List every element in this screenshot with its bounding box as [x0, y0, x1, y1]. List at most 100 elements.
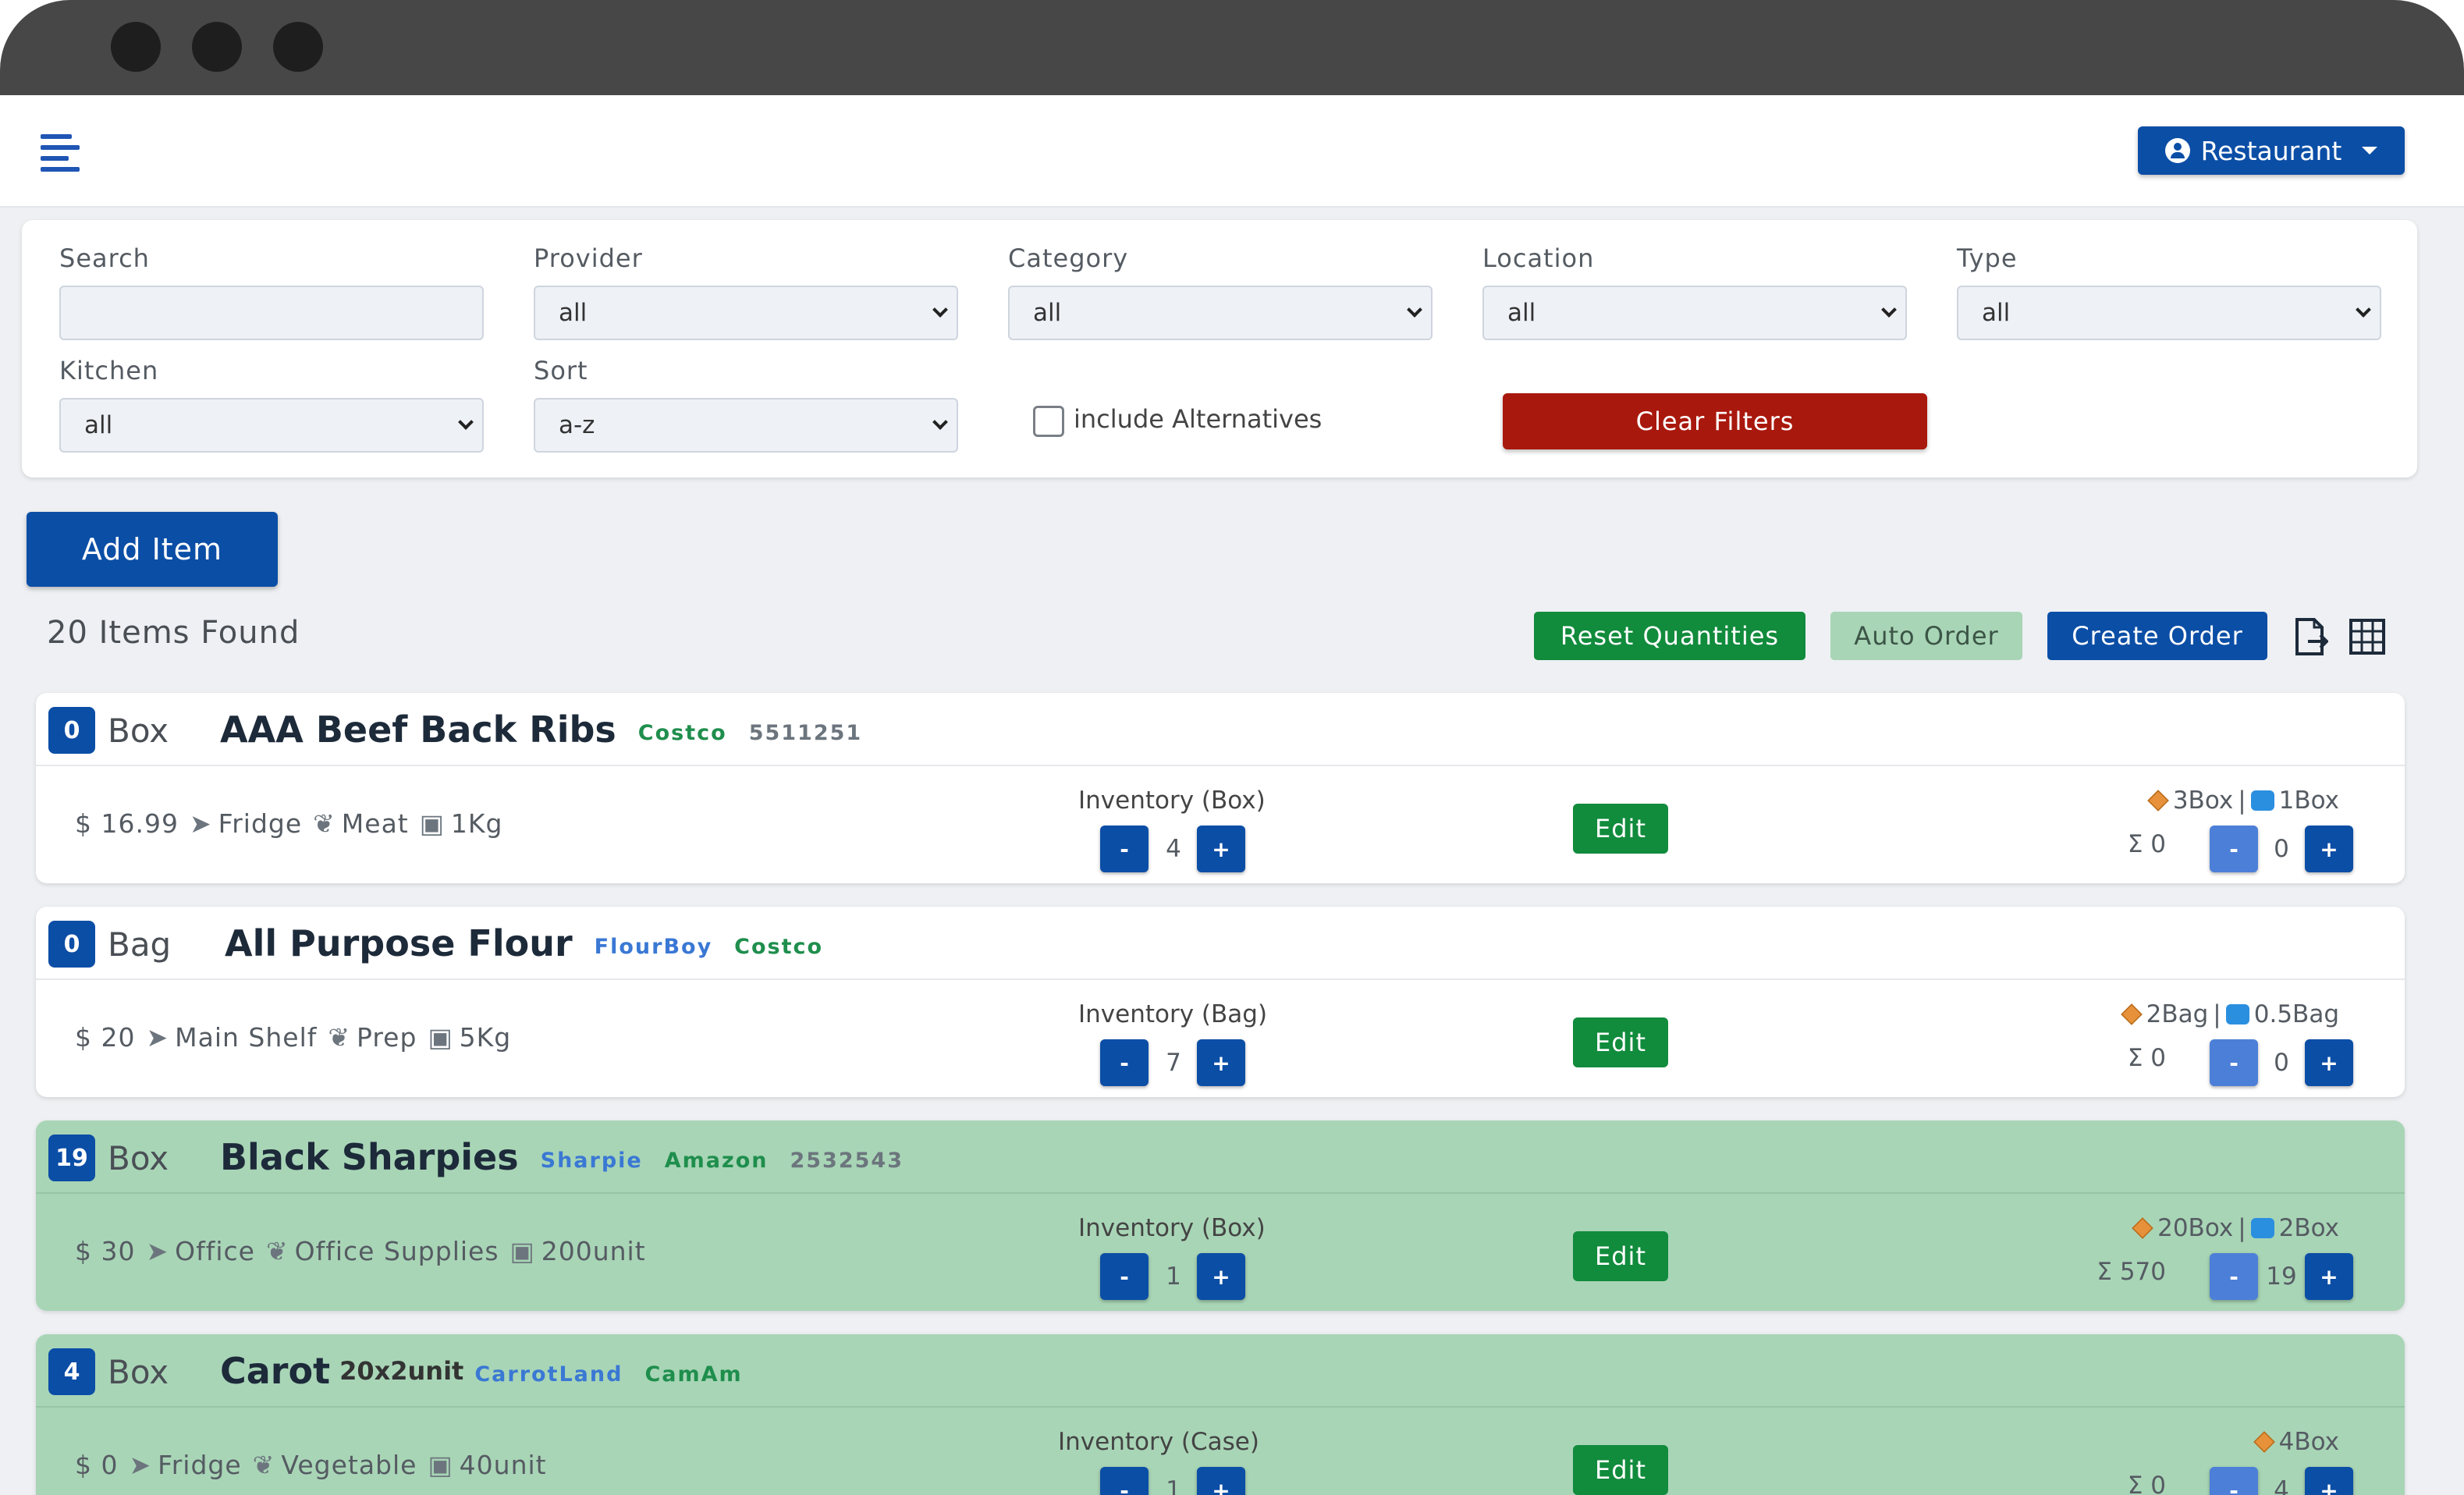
order-plus-button[interactable]: + — [2305, 1253, 2353, 1300]
inventory-minus-button[interactable]: - — [1100, 1467, 1149, 1495]
order-qty-badge: 4 — [48, 1348, 95, 1395]
par-reorder-info: 20Box | 2Box — [2132, 1214, 2339, 1242]
item-pack: 1Kg — [450, 808, 503, 839]
box-icon — [2147, 790, 2169, 811]
type-value: all — [1982, 299, 2011, 327]
export-file-icon[interactable] — [2294, 616, 2328, 657]
inventory-plus-button[interactable]: + — [1197, 1039, 1245, 1086]
item-tag: Sharpie — [540, 1149, 643, 1173]
item-pack: 40unit — [459, 1450, 547, 1480]
category-select[interactable]: all — [1008, 286, 1433, 340]
window-maximize-dot[interactable] — [273, 22, 323, 72]
item-card: 0 Bag All Purpose Flour FlourBoy Costco $ 20 ➤… — [36, 907, 2405, 1097]
order-total: Σ 570 — [2097, 1258, 2166, 1286]
order-total: Σ 0 — [2127, 830, 2166, 858]
search-label: Search — [59, 243, 150, 273]
window-minimize-dot[interactable] — [192, 22, 242, 72]
inventory-qty: 1 — [1166, 1476, 1181, 1495]
item-unit: Box — [108, 712, 169, 750]
item-tag: CarrotLand — [474, 1362, 623, 1387]
hamburger-menu-icon[interactable] — [41, 130, 84, 173]
location-select[interactable]: all — [1482, 286, 1907, 340]
order-minus-button[interactable]: - — [2210, 1467, 2258, 1495]
clear-filters-button[interactable]: Clear Filters — [1503, 393, 1927, 449]
order-qty: 0 — [2274, 835, 2289, 863]
item-tag: Costco — [637, 721, 727, 745]
item-price: $ 30 — [75, 1236, 136, 1266]
sort-select[interactable]: a-z — [534, 398, 958, 453]
account-dropdown-button[interactable]: Restaurant — [2138, 126, 2405, 175]
grid-view-icon[interactable] — [2349, 618, 2386, 655]
item-tag: CamAm — [644, 1362, 743, 1387]
order-plus-button[interactable]: + — [2305, 1467, 2353, 1495]
kitchen-label: Kitchen — [59, 356, 159, 385]
top-navbar: Restaurant — [0, 95, 2464, 208]
chevron-down-icon — [932, 302, 948, 318]
order-qty-badge: 0 — [48, 707, 95, 754]
item-name[interactable]: All Purpose Flour — [225, 922, 573, 964]
order-qty: 4 — [2274, 1476, 2289, 1495]
type-select[interactable]: all — [1957, 286, 2381, 340]
include-alternatives-checkbox[interactable] — [1033, 406, 1064, 437]
inventory-label: Inventory (Box) — [1078, 787, 1266, 815]
provider-select[interactable]: all — [534, 286, 958, 340]
edit-item-button[interactable]: Edit — [1573, 1231, 1668, 1281]
window-titlebar — [0, 0, 2464, 95]
inventory-minus-button[interactable]: - — [1100, 1039, 1149, 1086]
order-plus-button[interactable]: + — [2305, 1039, 2353, 1086]
inventory-minus-button[interactable]: - — [1100, 826, 1149, 872]
item-pack-size: 20x2unit — [339, 1356, 464, 1386]
app-page: Restaurant Search Provider all Category … — [0, 95, 2464, 1495]
add-item-button[interactable]: Add Item — [27, 512, 278, 587]
item-details: $ 30 ➤ Office ❦ Office Supplies ▣ 200unit — [75, 1236, 646, 1266]
item-category: Meat — [341, 808, 409, 839]
category-label: Category — [1008, 243, 1129, 273]
inventory-qty: 4 — [1166, 835, 1181, 863]
location-value: all — [1507, 299, 1536, 327]
inventory-plus-button[interactable]: + — [1197, 1467, 1245, 1495]
search-input[interactable] — [59, 286, 484, 340]
location-arrow-icon: ➤ — [189, 808, 212, 839]
items-found-count: 20 Items Found — [47, 615, 300, 651]
inventory-plus-button[interactable]: + — [1197, 826, 1245, 872]
separator: | — [2213, 1000, 2221, 1028]
item-location: Office — [175, 1236, 255, 1266]
type-label: Type — [1957, 243, 2018, 273]
kitchen-select[interactable]: all — [59, 398, 484, 453]
par-level: 20Box — [2157, 1214, 2234, 1242]
inventory-label: Inventory (Case) — [1058, 1428, 1259, 1456]
par-reorder-info: 3Box | 1Box — [2147, 787, 2339, 815]
location-arrow-icon: ➤ — [146, 1236, 169, 1266]
location-label: Location — [1482, 243, 1595, 273]
reset-quantities-button[interactable]: Reset Quantities — [1534, 612, 1805, 660]
order-minus-button[interactable]: - — [2210, 1039, 2258, 1086]
account-label: Restaurant — [2200, 135, 2342, 166]
caret-down-icon — [2362, 147, 2378, 154]
box-icon — [2132, 1217, 2153, 1239]
reorder-level: 2Box — [2278, 1214, 2339, 1242]
order-minus-button[interactable]: - — [2210, 1253, 2258, 1300]
item-name[interactable]: Black Sharpies — [220, 1136, 519, 1178]
reorder-icon — [2250, 1218, 2274, 1238]
create-order-button[interactable]: Create Order — [2047, 612, 2267, 660]
auto-order-button[interactable]: Auto Order — [1830, 612, 2022, 660]
order-total: Σ 0 — [2127, 1472, 2166, 1495]
chevron-down-icon — [1881, 302, 1897, 318]
edit-item-button[interactable]: Edit — [1573, 804, 1668, 854]
order-plus-button[interactable]: + — [2305, 826, 2353, 872]
order-qty: 19 — [2266, 1262, 2297, 1291]
window-close-dot[interactable] — [111, 22, 161, 72]
box-icon — [2120, 1003, 2143, 1025]
include-alternatives-label: include Alternatives — [1074, 404, 1323, 434]
item-name[interactable]: AAA Beef Back Ribs — [220, 708, 616, 751]
item-name[interactable]: Carot — [220, 1350, 330, 1392]
inventory-plus-button[interactable]: + — [1197, 1253, 1245, 1300]
order-minus-button[interactable]: - — [2210, 826, 2258, 872]
provider-value: all — [559, 299, 588, 327]
par-level: 3Box — [2172, 787, 2234, 815]
chevron-down-icon — [458, 414, 474, 430]
edit-item-button[interactable]: Edit — [1573, 1445, 1668, 1495]
chevron-down-icon — [1407, 302, 1422, 318]
inventory-minus-button[interactable]: - — [1100, 1253, 1149, 1300]
edit-item-button[interactable]: Edit — [1573, 1017, 1668, 1067]
